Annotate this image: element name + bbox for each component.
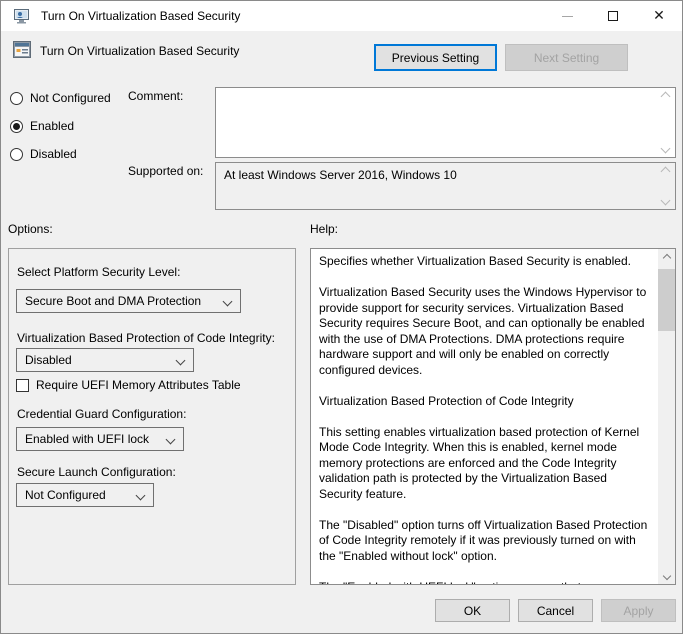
options-section-label: Options:: [8, 222, 53, 236]
radio-label: Disabled: [30, 147, 77, 161]
title-bar: Turn On Virtualization Based Security ✕: [1, 1, 682, 31]
help-scrollbar[interactable]: [658, 249, 675, 584]
apply-button[interactable]: Apply: [601, 599, 676, 622]
window-title: Turn On Virtualization Based Security: [41, 1, 240, 31]
uefi-memory-attributes-checkbox[interactable]: Require UEFI Memory Attributes Table: [16, 378, 241, 392]
maximize-button[interactable]: [590, 1, 636, 31]
credential-guard-label: Credential Guard Configuration:: [17, 407, 186, 421]
next-setting-button[interactable]: Next Setting: [505, 44, 628, 71]
help-text: Specifies whether Virtualization Based S…: [319, 254, 652, 584]
previous-setting-button[interactable]: Previous Setting: [374, 44, 497, 71]
ok-button[interactable]: OK: [435, 599, 510, 622]
dropdown-value: Enabled with UEFI lock: [25, 432, 149, 446]
secure-launch-label: Secure Launch Configuration:: [17, 465, 176, 479]
cancel-button[interactable]: Cancel: [518, 599, 593, 622]
checkbox-label: Require UEFI Memory Attributes Table: [36, 378, 241, 392]
platform-security-level-dropdown[interactable]: Secure Boot and DMA Protection: [16, 289, 241, 313]
supported-on-label: Supported on:: [128, 164, 203, 178]
radio-enabled[interactable]: Enabled: [10, 119, 74, 133]
radio-circle-icon: [10, 92, 23, 105]
scroll-up-icon[interactable]: [658, 93, 673, 100]
close-button[interactable]: ✕: [636, 1, 682, 31]
group-policy-app-icon: [14, 8, 31, 25]
dropdown-value: Secure Boot and DMA Protection: [25, 294, 201, 308]
comment-textarea[interactable]: [215, 87, 676, 158]
radio-not-configured[interactable]: Not Configured: [10, 91, 111, 105]
scroll-up-icon: [658, 168, 673, 175]
chevron-down-icon: [136, 491, 146, 501]
chevron-down-icon: [176, 356, 186, 366]
chevron-down-icon: [223, 297, 233, 307]
help-section-label: Help:: [310, 222, 338, 236]
radio-label: Not Configured: [30, 91, 111, 105]
group-policy-setting-dialog: Turn On Virtualization Based Security ✕ …: [0, 0, 683, 634]
close-icon: ✕: [653, 9, 665, 23]
setting-title: Turn On Virtualization Based Security: [40, 44, 239, 58]
minimize-button[interactable]: [544, 1, 590, 31]
code-integrity-label: Virtualization Based Protection of Code …: [17, 331, 275, 345]
scroll-down-icon[interactable]: [658, 567, 675, 584]
credential-guard-dropdown[interactable]: Enabled with UEFI lock: [16, 427, 184, 451]
supported-on-textarea: At least Windows Server 2016, Windows 10: [215, 162, 676, 210]
minimize-icon: [562, 16, 573, 17]
policy-setting-icon: [13, 41, 31, 58]
radio-label: Enabled: [30, 119, 74, 133]
dropdown-value: Not Configured: [25, 488, 106, 502]
secure-launch-dropdown[interactable]: Not Configured: [16, 483, 154, 507]
scroll-down-icon[interactable]: [658, 145, 673, 152]
options-panel: Select Platform Security Level: Secure B…: [8, 248, 296, 585]
checkbox-icon: [16, 379, 29, 392]
code-integrity-dropdown[interactable]: Disabled: [16, 348, 194, 372]
platform-security-level-label: Select Platform Security Level:: [17, 265, 180, 279]
radio-circle-icon: [10, 148, 23, 161]
radio-disabled[interactable]: Disabled: [10, 147, 77, 161]
scroll-down-icon: [658, 197, 673, 204]
supported-on-value: At least Windows Server 2016, Windows 10: [224, 168, 653, 182]
scroll-up-icon[interactable]: [658, 249, 675, 266]
maximize-icon: [608, 11, 618, 21]
chevron-down-icon: [166, 435, 176, 445]
scrollbar-thumb[interactable]: [658, 269, 675, 331]
comment-label: Comment:: [128, 89, 183, 103]
help-panel: Specifies whether Virtualization Based S…: [310, 248, 676, 585]
radio-circle-selected-icon: [10, 120, 23, 133]
dropdown-value: Disabled: [25, 353, 72, 367]
